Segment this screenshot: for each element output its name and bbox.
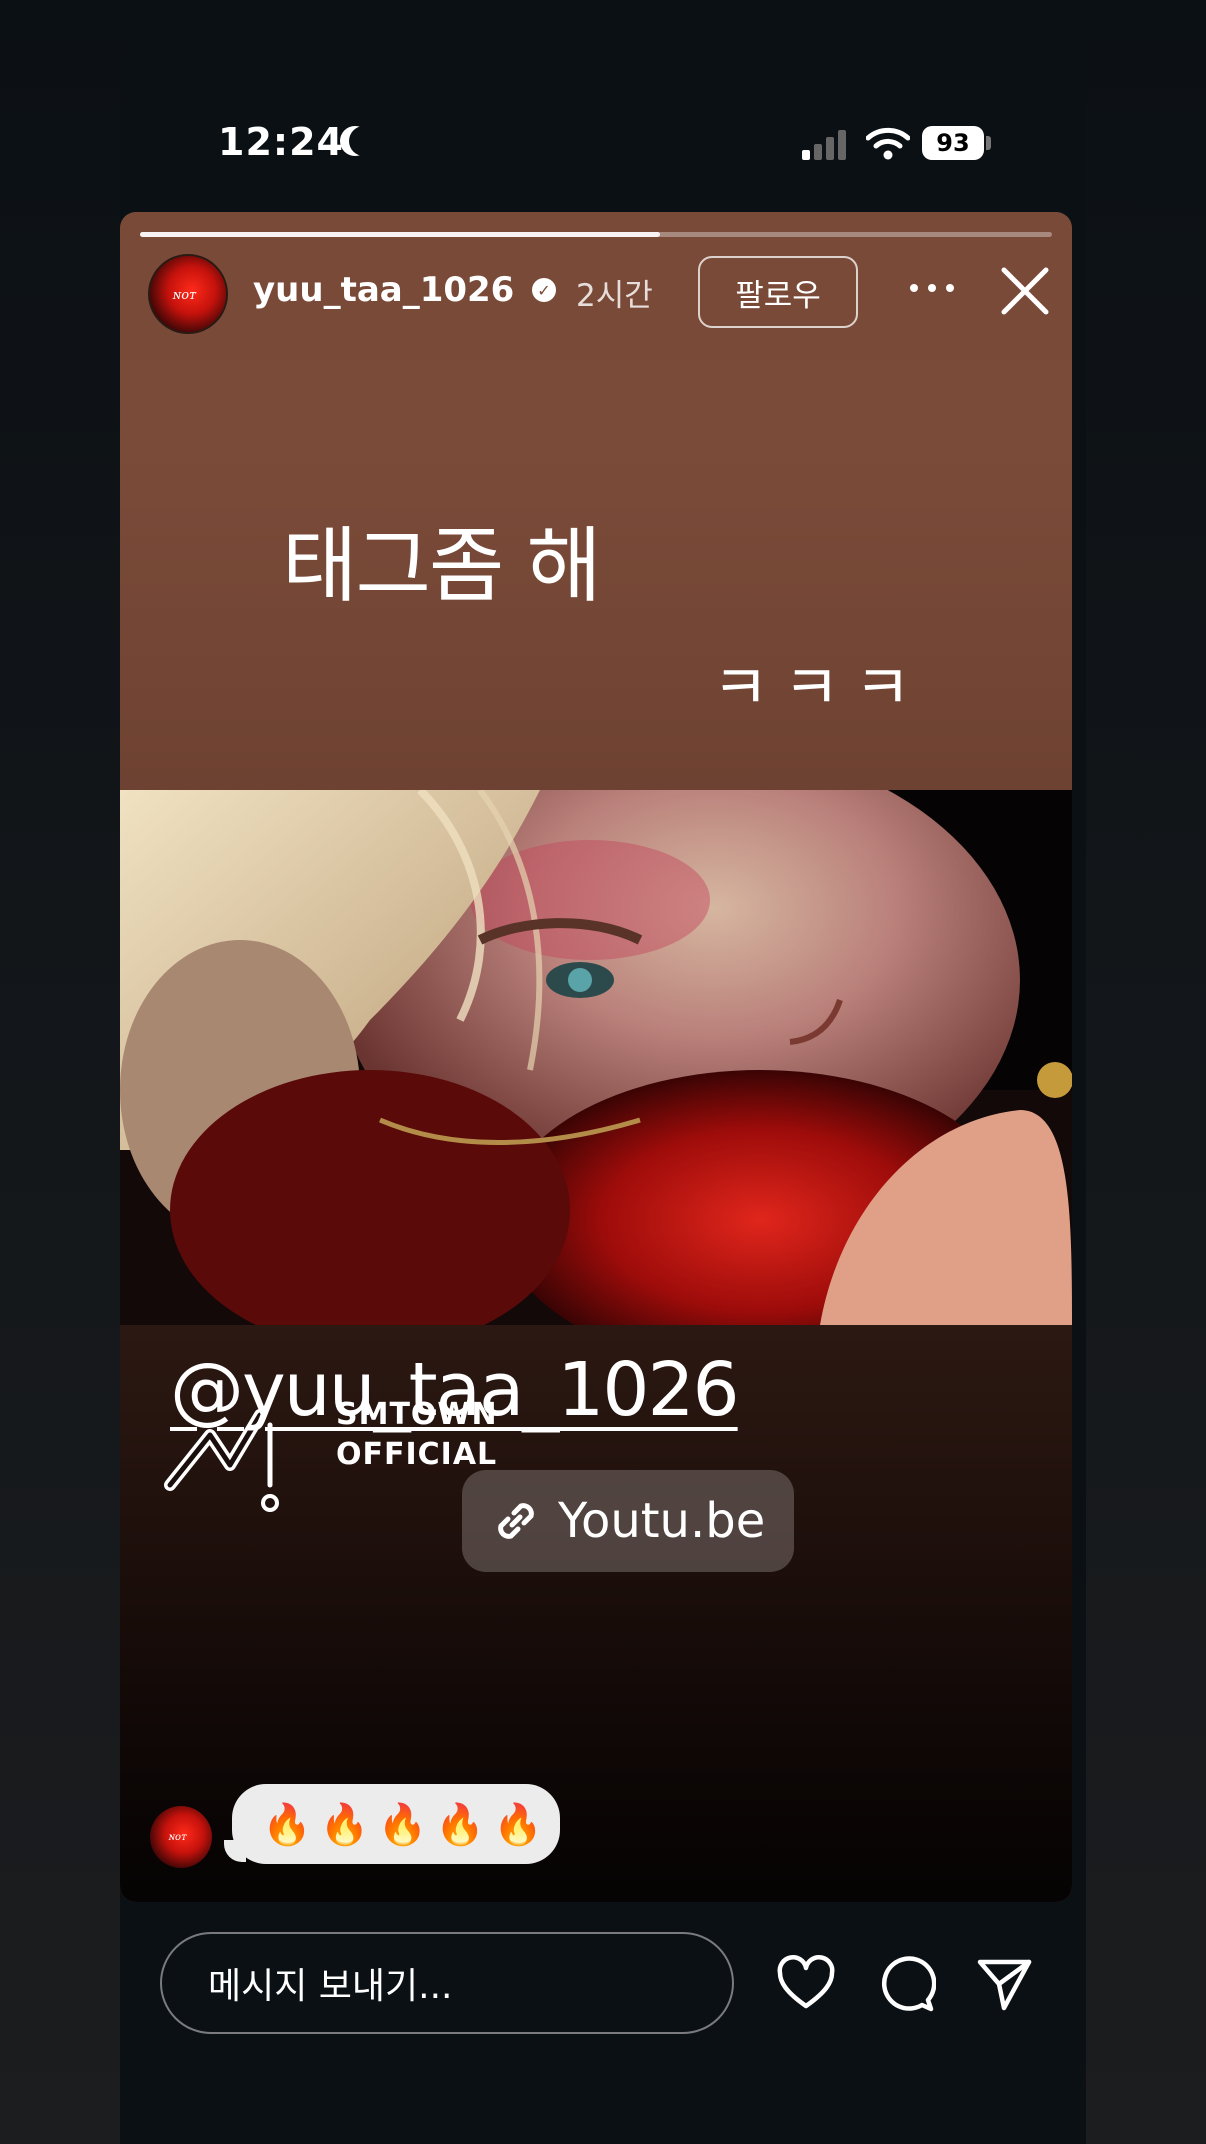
background-left <box>0 0 120 2144</box>
reply-avatar: ɴᴏᴛ <box>150 1806 212 1868</box>
more-icon[interactable] <box>910 284 954 294</box>
close-icon[interactable] <box>998 264 1052 318</box>
avatar-mark: ɴᴏᴛ <box>168 1832 187 1844</box>
message-input[interactable]: 메시지 보내기... <box>160 1932 734 2034</box>
heart-icon[interactable] <box>776 1954 836 2014</box>
story-card[interactable]: ɴᴏᴛ yuu_taa_1026 ✓ 2시간 팔로우 태그좀 해 ㅋㅋㅋ SMT… <box>120 212 1072 1902</box>
moon-icon <box>349 126 379 156</box>
avatar-mark: ɴᴏᴛ <box>172 287 197 303</box>
comment-icon[interactable] <box>876 1954 936 2014</box>
story-progress-fill <box>140 232 660 237</box>
background-right <box>1086 0 1206 2144</box>
status-time: 12:24 <box>218 120 344 164</box>
status-bar: 12:24 93 <box>0 0 1206 200</box>
follow-button[interactable]: 팔로우 <box>698 256 858 328</box>
battery-level: 93 <box>936 129 970 157</box>
battery-tip <box>986 136 991 150</box>
story-progress-bar <box>140 232 1052 237</box>
story-text-line1: 태그좀 해 <box>282 519 602 614</box>
avatar[interactable]: ɴᴏᴛ <box>148 254 228 334</box>
link-sticker[interactable]: Youtu.be <box>462 1470 794 1572</box>
send-icon[interactable] <box>974 1954 1034 2014</box>
battery-icon: 93 <box>922 126 984 160</box>
signal-icon <box>802 128 852 160</box>
story-username[interactable]: yuu_taa_1026 <box>253 270 514 310</box>
story-text-line2: ㅋㅋㅋ <box>712 651 926 724</box>
wifi-icon <box>866 127 910 160</box>
shared-video-thumbnail[interactable] <box>120 790 1072 1325</box>
link-label: Youtu.be <box>558 1493 766 1549</box>
logo-line2: OFFICIAL <box>336 1437 498 1472</box>
reply-bubble: 🔥🔥🔥🔥🔥 <box>232 1784 560 1864</box>
mention-sticker[interactable]: @yuu_taa_1026 <box>170 1347 740 1433</box>
story-time-ago: 2시간 <box>576 278 653 314</box>
link-icon <box>498 1503 534 1539</box>
verified-icon: ✓ <box>532 278 556 302</box>
thumbnail-image <box>120 790 1072 1325</box>
